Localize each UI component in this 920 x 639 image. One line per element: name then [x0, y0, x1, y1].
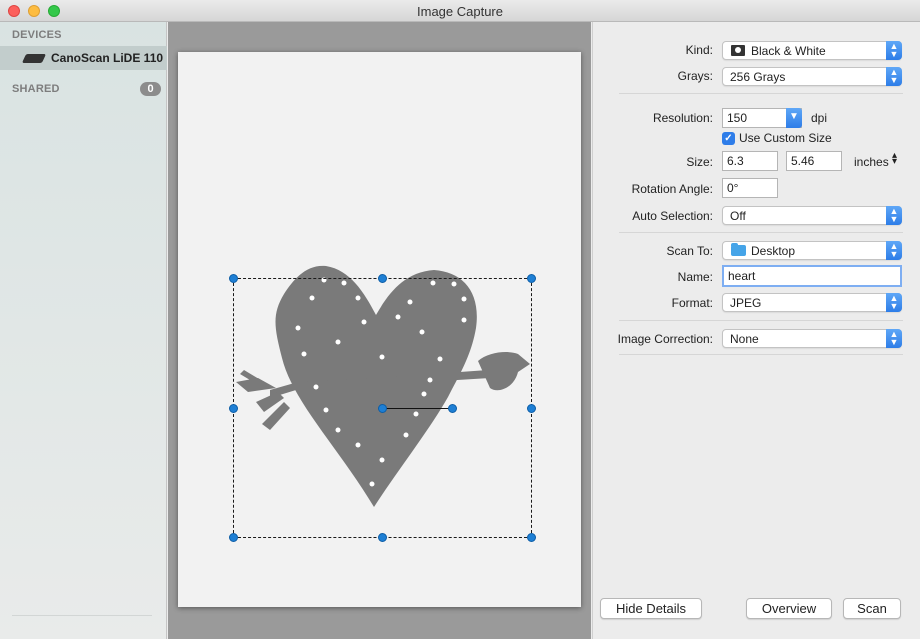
size-width-field[interactable]: 6.3	[722, 151, 778, 171]
format-label: Format:	[671, 296, 713, 310]
scan-to-popup[interactable]: Desktop ▲ ▼	[722, 241, 902, 260]
selection-handle-bottom[interactable]	[378, 533, 387, 542]
size-unit-popup[interactable]: inches	[854, 155, 889, 169]
kind-value: Black & White	[751, 44, 826, 58]
image-correction-value: None	[730, 332, 759, 346]
resolution-dropdown-icon[interactable]: ▼	[786, 108, 802, 128]
folder-icon	[731, 243, 746, 256]
scan-button[interactable]: Scan	[843, 598, 901, 619]
title-bar: Image Capture	[0, 0, 920, 22]
auto-selection-label: Auto Selection:	[632, 209, 713, 223]
size-label: Size:	[686, 155, 713, 169]
selection-handle-bottom-right[interactable]	[527, 533, 536, 542]
image-correction-popup[interactable]: None ▲ ▼	[722, 329, 902, 348]
grays-label: Grays:	[677, 69, 713, 83]
black-white-icon	[731, 45, 745, 56]
popup-arrows-icon: ▲ ▼	[886, 329, 902, 348]
grays-value: 256 Grays	[730, 70, 786, 84]
selection-rectangle[interactable]	[229, 274, 536, 542]
section-divider	[619, 93, 903, 94]
rotation-line	[383, 408, 453, 409]
auto-selection-value: Off	[730, 209, 746, 223]
custom-size-label: Use Custom Size	[739, 131, 832, 145]
resolution-label: Resolution:	[652, 111, 713, 125]
selection-handle-bottom-left[interactable]	[229, 533, 238, 542]
devices-heading: DEVICES	[12, 29, 62, 41]
auto-selection-popup[interactable]: Off ▲ ▼	[722, 206, 902, 225]
section-divider	[619, 232, 903, 233]
name-label: Name:	[677, 270, 713, 284]
rotation-angle-field[interactable]: 0°	[722, 178, 778, 198]
rotation-angle-label: Rotation Angle:	[631, 182, 713, 196]
grays-popup[interactable]: 256 Grays ▲ ▼	[722, 67, 902, 86]
selection-handle-left[interactable]	[229, 404, 238, 413]
scanner-icon	[21, 54, 47, 63]
popup-arrows-icon: ▲ ▼	[886, 41, 902, 60]
scan-settings-panel: Kind: Black & White ▲ ▼ Grays: 256 Grays …	[592, 22, 920, 639]
selection-handle-top-left[interactable]	[229, 274, 238, 283]
section-divider	[619, 320, 903, 321]
custom-size-checkbox[interactable]: ✓	[722, 132, 735, 145]
selection-handle-top-right[interactable]	[527, 274, 536, 283]
sidebar-divider	[12, 615, 152, 616]
image-correction-label: Image Correction:	[617, 332, 713, 346]
selection-handle-center[interactable]	[378, 404, 387, 413]
shared-count-badge: 0	[140, 82, 161, 96]
shared-heading: SHARED	[12, 83, 60, 95]
scan-to-value: Desktop	[751, 244, 796, 258]
popup-arrows-icon: ▲ ▼	[886, 206, 902, 225]
selection-handle-top[interactable]	[378, 274, 387, 283]
size-height-field[interactable]: 5.46	[786, 151, 842, 171]
resolution-unit: dpi	[811, 111, 828, 125]
scanned-page	[178, 52, 581, 607]
rotation-handle[interactable]	[448, 404, 457, 413]
scan-preview-area	[168, 22, 591, 639]
scan-to-label: Scan To:	[666, 244, 713, 258]
name-field[interactable]: heart	[722, 265, 902, 287]
popup-arrows-icon: ▲ ▼	[886, 293, 902, 312]
hide-details-button[interactable]: Hide Details	[600, 598, 702, 619]
format-popup[interactable]: JPEG ▲ ▼	[722, 293, 902, 312]
format-value: JPEG	[730, 296, 762, 310]
window-title: Image Capture	[417, 4, 503, 19]
overview-button[interactable]: Overview	[746, 598, 832, 619]
kind-popup[interactable]: Black & White ▲ ▼	[722, 41, 902, 60]
device-item-label: CanoScan LiDE 110	[51, 51, 164, 65]
section-divider	[619, 354, 903, 355]
stepper-arrows-icon[interactable]: ▴ ▾	[892, 151, 897, 167]
kind-label: Kind:	[685, 43, 713, 57]
device-sidebar: DEVICES CanoScan LiDE 110 SHARED 0	[0, 22, 167, 639]
popup-arrows-icon: ▲ ▼	[886, 241, 902, 260]
selection-handle-right[interactable]	[527, 404, 536, 413]
device-item-canoscan[interactable]: CanoScan LiDE 110	[0, 46, 167, 70]
popup-arrows-icon: ▲ ▼	[886, 67, 902, 86]
